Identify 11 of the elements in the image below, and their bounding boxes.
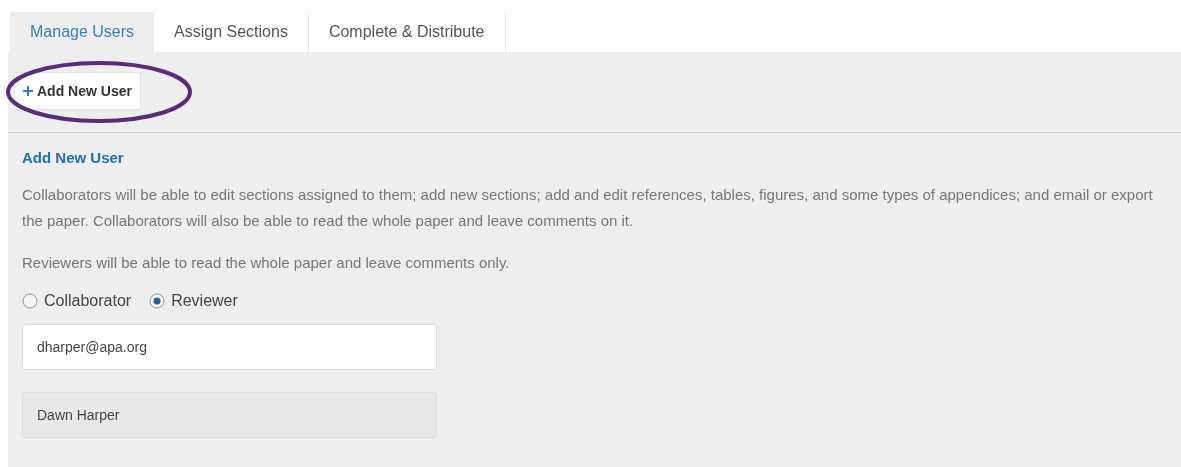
radio-button[interactable] bbox=[149, 293, 166, 309]
tab[interactable]: Manage Users bbox=[10, 12, 155, 52]
radio-label: Collaborator bbox=[44, 292, 132, 310]
description-text: Reviewers will be able to read the whole paper and leave comments only. bbox=[22, 253, 511, 273]
plus-icon bbox=[23, 86, 33, 96]
email-field[interactable]: dharper@apa.org bbox=[22, 324, 437, 370]
add-user-button[interactable]: Add New User bbox=[14, 72, 141, 110]
form-title: Add New User bbox=[22, 149, 125, 166]
radio-label: Reviewer bbox=[171, 292, 238, 310]
description-text: Collaborators will be able to edit sections assigned to them; add new sections; add and edit references, tables, figures, and some types of appendices; and email or export the paper. Collaborators will also be able to read the whole paper and leave comments on it. bbox=[22, 185, 1154, 231]
radio-button[interactable] bbox=[22, 293, 38, 309]
